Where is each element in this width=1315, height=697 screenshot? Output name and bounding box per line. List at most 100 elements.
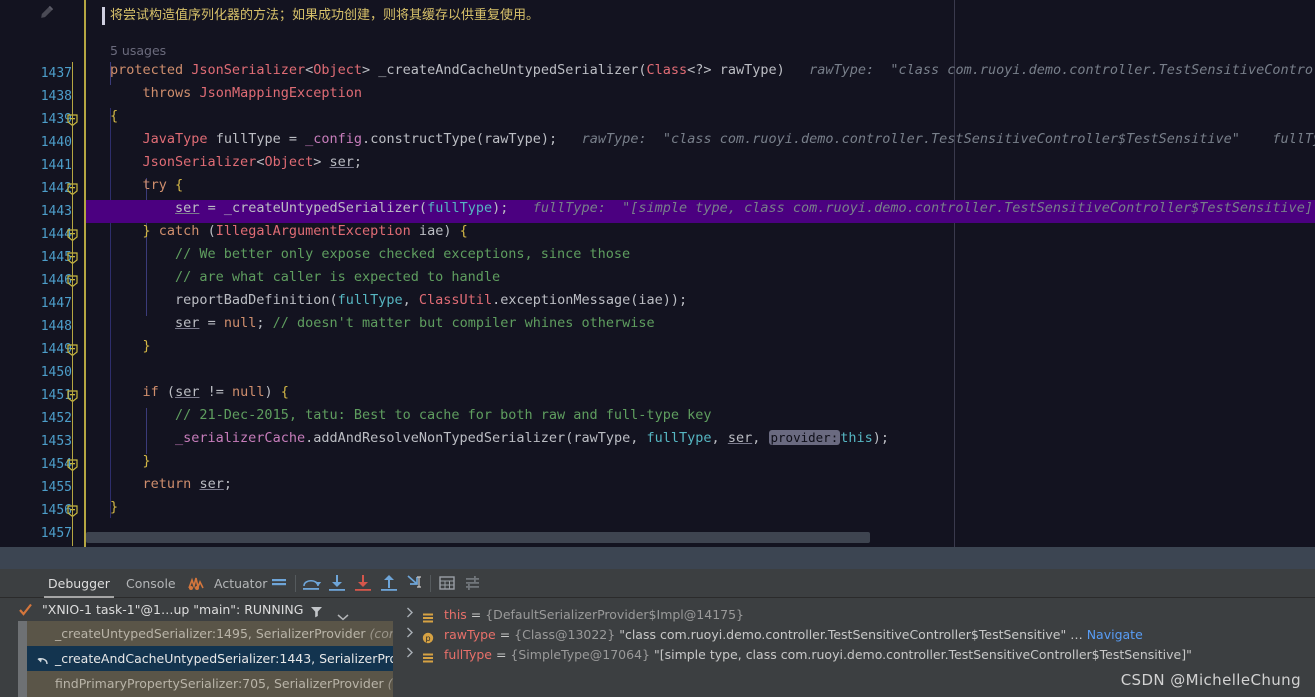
frames-panel[interactable]: "XNIO-1 task-1"@1…up "main": RUNNING _cr… xyxy=(0,598,393,697)
frame-method: _createAndCacheUntypedSerializer:1443, S… xyxy=(55,651,393,666)
debug-tab-bar: Debugger Console Actuator xyxy=(0,569,1315,598)
line-number: 1452 xyxy=(40,411,72,426)
navigate-link[interactable]: Navigate xyxy=(1087,627,1143,642)
frames-scrollbar[interactable] xyxy=(18,621,27,697)
check-icon xyxy=(18,602,33,621)
code-line-1441[interactable]: JsonSerializer<Object> ser; xyxy=(110,154,363,170)
toolbar-separator-2 xyxy=(430,575,431,592)
inline-hint-fulltype-label: fullType: xyxy=(1272,131,1315,147)
code-line-1442[interactable]: try { xyxy=(110,177,184,193)
thread-selector[interactable]: "XNIO-1 task-1"@1…up "main": RUNNING xyxy=(0,598,393,621)
variable-name: fullType xyxy=(444,647,492,662)
variable-type: {SimpleType@17064} xyxy=(510,647,650,662)
line-number: 1447 xyxy=(40,296,72,311)
editor-horizontal-scrollbar-thumb[interactable] xyxy=(86,532,870,543)
settings-icon[interactable] xyxy=(462,572,484,594)
code-line-1439[interactable]: { xyxy=(110,108,118,124)
ide-window: 将尝试构造值序列化器的方法；如果成功创建，则将其缓存以供重复使用。 5 usag… xyxy=(0,0,1315,697)
inline-hint-rawtype: rawType: "class com.ruoyi.demo.controlle… xyxy=(809,62,1315,78)
variable-row[interactable]: fullType = {SimpleType@17064} "[simple t… xyxy=(394,645,1315,665)
line-number: 1454 xyxy=(40,457,72,472)
frame-package: (com xyxy=(369,626,393,641)
line-number: 1444 xyxy=(40,227,72,242)
variable-value: "class com.ruoyi.demo.controller.TestSen… xyxy=(615,627,1087,642)
force-step-into-icon[interactable] xyxy=(352,572,374,594)
frame-method: _createUntypedSerializer:1495, Serialize… xyxy=(55,626,370,641)
line-number: 1450 xyxy=(40,365,72,380)
code-editor[interactable]: 将尝试构造值序列化器的方法；如果成功创建，则将其缓存以供重复使用。 5 usag… xyxy=(0,0,1315,547)
line-number: 1449 xyxy=(40,342,72,357)
debug-tool-window: Debugger Console Actuator "XNIO-1 task-1… xyxy=(0,547,1315,697)
frames-list[interactable]: _createUntypedSerializer:1495, Serialize… xyxy=(27,621,393,697)
frame-package: (c xyxy=(387,676,393,691)
tab-actuator[interactable]: Actuator xyxy=(206,569,275,598)
code-line-1449[interactable]: } xyxy=(110,338,151,354)
frame-method: findPrimaryPropertySerializer:705, Seria… xyxy=(55,676,388,691)
code-line-1453[interactable]: _serializerCache.addAndResolveNonTypedSe… xyxy=(110,430,889,446)
watermark: CSDN @MichelleChung xyxy=(1120,671,1301,689)
inline-hint-rawtype-2: rawType: "class com.ruoyi.demo.controlle… xyxy=(581,131,1240,147)
tab-console[interactable]: Console xyxy=(118,569,184,598)
code-line-1451[interactable]: if (ser != null) { xyxy=(110,384,289,400)
variable-name: this xyxy=(444,607,467,622)
variable-equals: = xyxy=(466,607,486,622)
editor-horizontal-scrollbar[interactable] xyxy=(86,532,1315,543)
line-number: 1457 xyxy=(40,526,72,541)
line-number: 1451 xyxy=(40,388,72,403)
chevron-right-icon[interactable] xyxy=(406,605,418,625)
variables-list[interactable]: this = {DefaultSerializerProvider$Impl@1… xyxy=(394,598,1315,665)
line-number: 1446 xyxy=(40,273,72,288)
line-number: 1442 xyxy=(40,181,72,196)
variable-equals: = xyxy=(495,627,515,642)
run-to-cursor-icon[interactable] xyxy=(404,572,426,594)
code-line-1447[interactable]: reportBadDefinition(fullType, ClassUtil.… xyxy=(110,292,687,308)
code-line-1443[interactable]: ser = _createUntypedSerializer(fullType)… xyxy=(110,200,1315,216)
frame-row[interactable]: _createAndCacheUntypedSerializer:1443, S… xyxy=(27,646,393,671)
line-number: 1437 xyxy=(40,66,72,81)
tab-debugger[interactable]: Debugger xyxy=(40,569,118,598)
line-number: 1453 xyxy=(40,434,72,449)
line-number: 1448 xyxy=(40,319,72,334)
variable-type: {DefaultSerializerProvider$Impl@14175} xyxy=(485,607,744,622)
step-into-icon[interactable] xyxy=(326,572,348,594)
chevron-right-icon[interactable] xyxy=(406,625,418,645)
variable-name: rawType xyxy=(444,627,496,642)
frame-row[interactable]: _createUntypedSerializer:1495, Serialize… xyxy=(27,621,393,646)
thread-label[interactable]: "XNIO-1 task-1"@1…up "main": RUNNING xyxy=(42,598,303,621)
code-line-1437[interactable]: protected JsonSerializer<Object> _create… xyxy=(110,62,1315,78)
actuator-icon xyxy=(188,576,204,595)
layout-icon[interactable] xyxy=(268,572,290,594)
line-number: 1456 xyxy=(40,503,72,518)
code-content[interactable]: protected JsonSerializer<Object> _create… xyxy=(86,0,1315,547)
code-line-1445[interactable]: // We better only expose checked excepti… xyxy=(110,246,630,262)
evaluate-icon[interactable] xyxy=(436,572,458,594)
param-icon: p xyxy=(422,630,434,644)
code-line-1448[interactable]: ser = null; // doesn't matter but compil… xyxy=(110,315,655,331)
inline-hint-fulltype: fullType: "[simple type, class com.ruoyi… xyxy=(532,200,1315,216)
chevron-right-icon[interactable] xyxy=(406,645,418,665)
filter-icon[interactable] xyxy=(310,603,323,622)
code-line-1440[interactable]: JavaType fullType = _config.constructTyp… xyxy=(110,131,1315,147)
code-line-1438[interactable]: throws JsonMappingException xyxy=(110,85,362,101)
frame-row[interactable]: findPrimaryPropertySerializer:705, Seria… xyxy=(27,671,393,696)
toolbar-separator xyxy=(295,575,296,592)
line-number: 1441 xyxy=(40,158,72,173)
step-over-icon[interactable] xyxy=(300,572,322,594)
variable-type: {Class@13022} xyxy=(514,627,616,642)
tool-window-splitter[interactable] xyxy=(0,547,1315,569)
variable-value: "[simple type, class com.ruoyi.demo.cont… xyxy=(649,647,1192,662)
step-out-icon[interactable] xyxy=(378,572,400,594)
svg-text:p: p xyxy=(425,634,430,643)
variable-row[interactable]: this = {DefaultSerializerProvider$Impl@1… xyxy=(394,605,1315,625)
pencil-icon[interactable] xyxy=(38,4,55,25)
code-line-1455[interactable]: return ser; xyxy=(110,476,232,492)
code-line-1454[interactable]: } xyxy=(110,453,151,469)
code-line-1446[interactable]: // are what caller is expected to handle xyxy=(110,269,500,285)
variable-row[interactable]: p rawType = {Class@13022} "class com.ruoy… xyxy=(394,625,1315,645)
fold-spine xyxy=(72,62,74,546)
code-line-1456[interactable]: } xyxy=(110,499,118,515)
line-number: 1445 xyxy=(40,250,72,265)
field-icon xyxy=(422,610,433,623)
code-line-1452[interactable]: // 21-Dec-2015, tatu: Best to cache for … xyxy=(110,407,711,423)
code-line-1444[interactable]: } catch (IllegalArgumentException iae) { xyxy=(110,223,468,239)
